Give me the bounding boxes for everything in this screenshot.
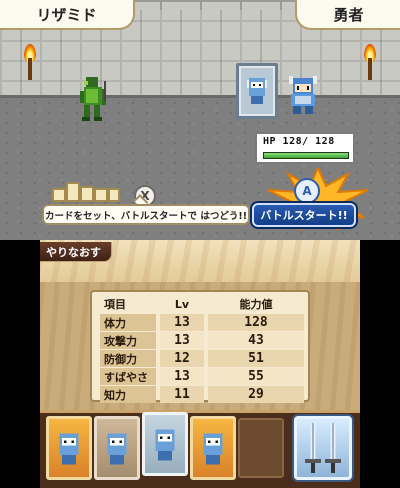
- gold-shield-card[interactable]: [46, 416, 92, 480]
- stat-name: 攻撃力: [100, 332, 156, 349]
- battle-start-button[interactable]: バトルスタート!!: [252, 203, 356, 227]
- hp-panel: HP 128/ 128: [255, 132, 355, 164]
- a-button-icon[interactable]: A: [294, 178, 320, 204]
- knight-helmet-icon: [247, 78, 267, 104]
- stat-value: 29: [208, 386, 304, 403]
- stat-level: 13: [160, 332, 204, 349]
- hero-knight-icon: [289, 76, 317, 114]
- stat-name: 防御力: [100, 350, 156, 367]
- header-value: 能力値: [239, 298, 273, 311]
- stat-value: 43: [208, 332, 304, 349]
- twin-swords-card[interactable]: [294, 416, 352, 480]
- lizard-enemy-icon: [80, 77, 106, 121]
- table-row: 防御力 12 51: [92, 350, 308, 367]
- hp-bar-fill: [264, 153, 348, 158]
- stat-value: 128: [208, 314, 304, 331]
- header-item: 項目: [104, 298, 126, 311]
- table-row: 体力 13 128: [92, 314, 308, 331]
- stat-name: すばやさ: [100, 368, 156, 385]
- knight-helmet-icon: [59, 433, 79, 465]
- stat-level: 11: [160, 386, 204, 403]
- stat-level: 13: [160, 368, 204, 385]
- hp-bar: [263, 152, 349, 159]
- swords-icon: [305, 423, 341, 473]
- active-shield-card: [236, 63, 278, 119]
- bottom-screen: やりなおす 項目 Lv 能力値 体力 13 128 攻撃力 13 43 防御力 …: [40, 240, 360, 488]
- gold-shield-card[interactable]: [190, 416, 236, 480]
- stat-level: 13: [160, 314, 204, 331]
- knight-helmet-icon: [107, 433, 127, 465]
- hp-text: HP 128/ 128: [263, 136, 335, 147]
- table-row: すばやさ 13 55: [92, 368, 308, 385]
- card-slot-indicator: [52, 180, 122, 202]
- torch-left-icon: [24, 44, 36, 80]
- enemy-name-plate: リザミド: [0, 0, 135, 30]
- hero-name-plate: 勇者: [295, 0, 400, 30]
- stat-name: 知力: [100, 386, 156, 403]
- stat-level: 12: [160, 350, 204, 367]
- top-screen: リザミド 勇者 HP 128/ 128 X カードをセット、バトルスタートで は…: [0, 0, 400, 240]
- table-row: 攻撃力 13 43: [92, 332, 308, 349]
- empty-card-slot[interactable]: [238, 418, 284, 478]
- knight-helmet-icon: [155, 429, 175, 461]
- hint-message: カードをセット、バトルスタートで はつどう!!: [42, 204, 250, 225]
- stats-table: 項目 Lv 能力値 体力 13 128 攻撃力 13 43 防御力 12 51 …: [90, 290, 310, 403]
- stat-value: 55: [208, 368, 304, 385]
- header-level: Lv: [174, 297, 190, 311]
- stats-header: 項目 Lv 能力値: [92, 295, 308, 313]
- table-row: 知力 11 29: [92, 386, 308, 403]
- steel-shield-card[interactable]: [142, 412, 188, 476]
- brown-shield-card[interactable]: [94, 416, 140, 480]
- stat-name: 体力: [100, 314, 156, 331]
- torch-right-icon: [364, 44, 376, 80]
- stat-value: 51: [208, 350, 304, 367]
- redo-button[interactable]: やりなおす: [40, 242, 112, 262]
- knight-helmet-icon: [203, 433, 223, 465]
